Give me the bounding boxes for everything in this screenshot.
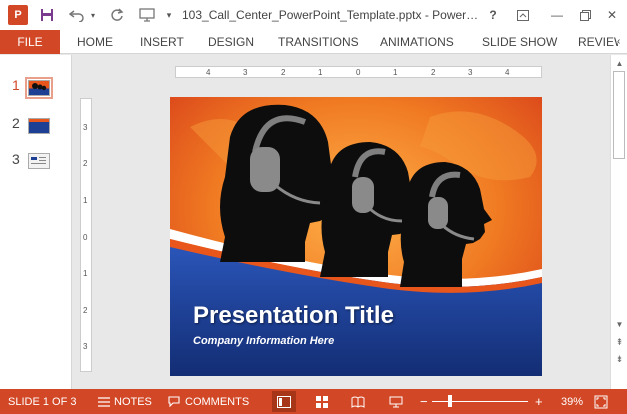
vertical-scrollbar[interactable]: ▲ ▼ ⇞ ⇟: [610, 55, 627, 389]
minimize-button[interactable]: —: [544, 0, 570, 30]
powerpoint-logo-icon[interactable]: P: [8, 5, 28, 25]
normal-view-icon[interactable]: [272, 391, 296, 412]
ruler-label: 3: [468, 68, 473, 77]
slide-thumbnail-1[interactable]: [25, 77, 53, 99]
help-button[interactable]: ?: [482, 0, 504, 30]
ruler-label: 1: [393, 68, 398, 77]
thumbnail-number: 2: [12, 115, 20, 131]
undo-icon[interactable]: [66, 0, 88, 30]
slide-counter: SLIDE 1 OF 3: [8, 395, 77, 408]
comments-icon[interactable]: [168, 389, 180, 414]
zoom-level[interactable]: 39%: [561, 389, 583, 414]
file-tab[interactable]: FILE: [0, 30, 60, 54]
tab-review[interactable]: REVIEW: [578, 30, 618, 54]
slide-thumbnail-pane: 1 2 3: [0, 55, 72, 389]
document-title: 103_Call_Center_PowerPoint_Template.pptx…: [182, 8, 479, 22]
ruler-label: 1: [318, 68, 323, 77]
ruler-label: 2: [83, 159, 88, 168]
notes-button[interactable]: NOTES: [114, 389, 152, 414]
thumbnail-number: 1: [12, 77, 20, 93]
zoom-in-button[interactable]: +: [535, 389, 543, 414]
zoom-out-button[interactable]: −: [420, 389, 428, 414]
ruler-label: 3: [83, 123, 88, 132]
slide-show-view-icon[interactable]: [384, 391, 408, 412]
ruler-label: 4: [206, 68, 211, 77]
previous-slide-icon[interactable]: ⇞: [614, 337, 625, 348]
reading-view-icon[interactable]: [346, 391, 370, 412]
close-button[interactable]: ✕: [600, 0, 624, 30]
slide-subtitle[interactable]: Company Information Here: [193, 335, 334, 347]
ruler-label: 0: [83, 233, 88, 242]
slide-thumbnail-3[interactable]: [28, 153, 50, 169]
ribbon-tabs: FILE HOME INSERT DESIGN TRANSITIONS ANIM…: [0, 30, 627, 54]
tab-insert[interactable]: INSERT: [140, 30, 184, 54]
slide-thumbnail-2[interactable]: [28, 118, 50, 134]
ruler-label: 1: [83, 269, 88, 278]
ruler-label: 3: [83, 342, 88, 351]
fit-slide-to-window-icon[interactable]: [594, 389, 608, 414]
customize-toolbar-icon[interactable]: ▾: [162, 0, 176, 30]
ruler-label: 2: [431, 68, 436, 77]
thumbnail-number: 3: [12, 151, 20, 167]
horizontal-ruler: 4 3 2 1 0 1 2 3 4: [175, 66, 542, 78]
tab-transitions[interactable]: TRANSITIONS: [278, 30, 359, 54]
slide-sorter-view-icon[interactable]: [310, 391, 334, 412]
save-icon[interactable]: [36, 0, 58, 30]
undo-dropdown-icon[interactable]: ▾: [88, 0, 98, 30]
scrollbar-thumb[interactable]: [613, 71, 625, 159]
tab-home[interactable]: HOME: [77, 30, 113, 54]
ribbon-display-options-icon[interactable]: [512, 0, 534, 30]
ruler-label: 0: [356, 68, 361, 77]
ruler-label: 4: [505, 68, 510, 77]
collapse-ribbon-icon[interactable]: ‹: [617, 30, 627, 54]
status-bar: SLIDE 1 OF 3 NOTES COMMENTS − + 39%: [0, 389, 627, 414]
ruler-label: 3: [243, 68, 248, 77]
title-bar: P ▾ ▾ 103_Call_Center_PowerPoint_Templat…: [0, 0, 627, 30]
current-slide[interactable]: Presentation Title Company Information H…: [170, 97, 542, 376]
scroll-up-icon[interactable]: ▲: [614, 58, 625, 69]
start-slideshow-icon[interactable]: [136, 0, 158, 30]
ruler-label: 2: [83, 306, 88, 315]
ruler-label: 1: [83, 196, 88, 205]
tab-design[interactable]: DESIGN: [208, 30, 254, 54]
restore-icon[interactable]: [574, 0, 596, 30]
next-slide-icon[interactable]: ⇟: [614, 354, 625, 365]
tab-slide-show[interactable]: SLIDE SHOW: [482, 30, 557, 54]
vertical-ruler: 3 2 1 0 1 2 3: [80, 98, 92, 372]
slide-title[interactable]: Presentation Title: [193, 302, 394, 330]
scroll-down-icon[interactable]: ▼: [614, 319, 625, 330]
redo-icon[interactable]: [106, 0, 128, 30]
ruler-label: 2: [281, 68, 286, 77]
zoom-slider-handle[interactable]: [448, 395, 452, 407]
comments-button[interactable]: COMMENTS: [185, 389, 249, 414]
tab-animations[interactable]: ANIMATIONS: [380, 30, 454, 54]
notes-icon[interactable]: [98, 389, 110, 414]
zoom-slider-track[interactable]: [432, 401, 528, 402]
